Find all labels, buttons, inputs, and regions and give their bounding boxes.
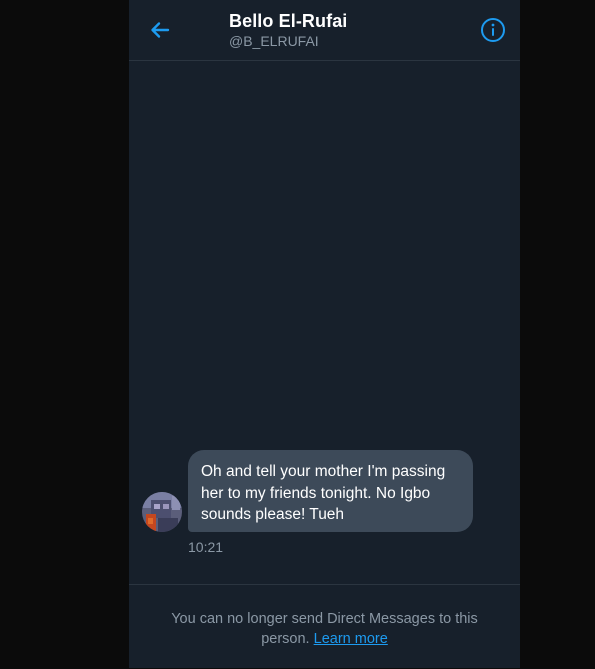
learn-more-link[interactable]: Learn more bbox=[314, 631, 388, 647]
back-button[interactable] bbox=[147, 17, 173, 43]
conversation-header: Bello El-Rufai @B_ELRUFAI bbox=[129, 0, 520, 61]
dm-disabled-footer: You can no longer send Direct Messages t… bbox=[129, 584, 520, 669]
contact-name[interactable]: Bello El-Rufai bbox=[229, 11, 347, 32]
message-text: Oh and tell your mother I'm passing her … bbox=[201, 463, 446, 523]
message-bubble[interactable]: Oh and tell your mother I'm passing her … bbox=[188, 450, 473, 532]
contact-handle[interactable]: @B_ELRUFAI bbox=[229, 33, 319, 49]
info-circle-icon bbox=[481, 18, 505, 42]
message-timestamp: 10:21 bbox=[188, 539, 224, 555]
avatar-image bbox=[142, 492, 182, 532]
arrow-left-icon bbox=[151, 22, 170, 38]
avatar[interactable] bbox=[142, 492, 182, 532]
info-button[interactable] bbox=[480, 17, 506, 43]
dm-screen: Bello El-Rufai @B_ELRUFAI Oh and tell yo… bbox=[129, 0, 520, 668]
dm-disabled-notice: You can no longer send Direct Messages t… bbox=[149, 609, 500, 649]
